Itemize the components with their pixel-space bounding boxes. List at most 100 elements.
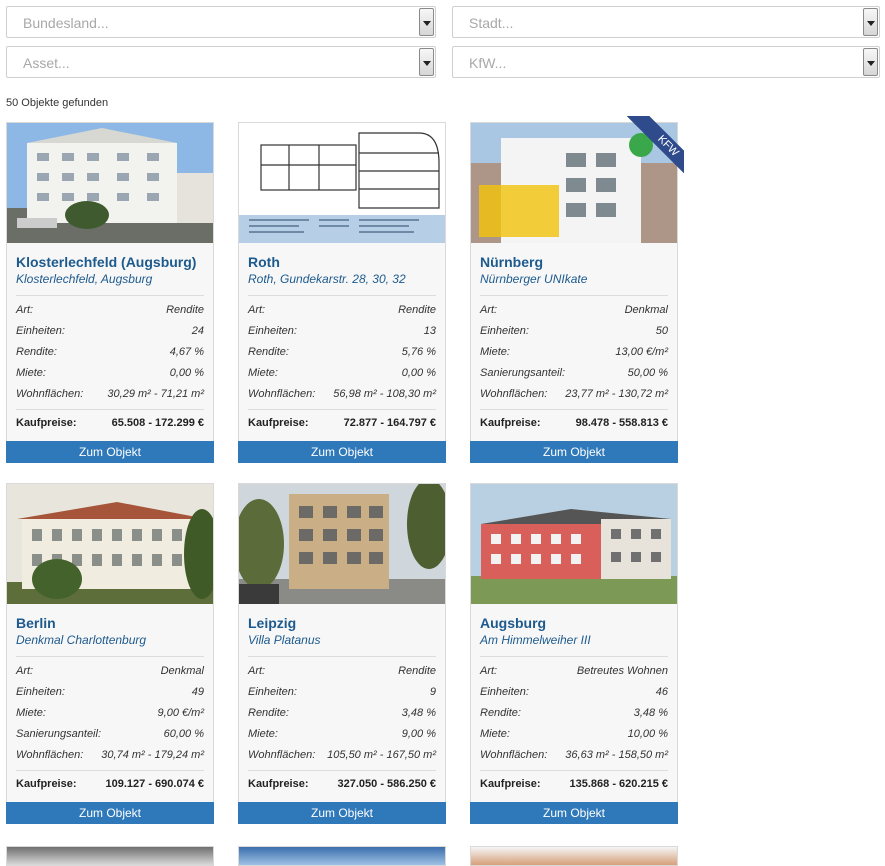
detail-value: 46: [655, 686, 668, 698]
detail-value: 50: [655, 325, 668, 337]
divider: [480, 656, 668, 657]
asset-select[interactable]: Asset...: [6, 46, 436, 78]
property-photo[interactable]: [471, 484, 677, 604]
detail-value: 9,00 €/m²: [157, 707, 204, 719]
chevron-down-icon[interactable]: [863, 48, 878, 76]
property-card-partial[interactable]: [470, 846, 678, 866]
detail-row: Sanierungsanteil: 60,00 %: [16, 728, 204, 749]
detail-row: Art: Denkmal: [16, 665, 204, 686]
card-title[interactable]: Augsburg: [480, 615, 546, 631]
price-label: Kaufpreise:: [16, 417, 77, 429]
price-label: Kaufpreise:: [248, 417, 309, 429]
divider: [16, 409, 204, 410]
kfw-placeholder: KfW...: [469, 55, 507, 71]
bundesland-placeholder: Bundesland...: [23, 15, 109, 31]
detail-key: Rendite:: [248, 346, 289, 358]
detail-value: 24: [191, 325, 204, 337]
property-card-partial[interactable]: [238, 846, 446, 866]
detail-value: 49: [191, 686, 204, 698]
detail-key: Einheiten:: [480, 686, 529, 698]
card-title[interactable]: Roth: [248, 254, 280, 270]
detail-list: Art: Denkmal Einheiten: 50 Miete: 13,00 €/m…: [480, 304, 668, 409]
zum-objekt-button[interactable]: Zum Objekt: [470, 802, 678, 824]
price-value: 327.050 - 586.250 €: [337, 778, 436, 790]
detail-list: Art: Rendite Einheiten: 9 Rendite: 3,48 % M…: [248, 665, 436, 770]
chevron-down-icon[interactable]: [863, 8, 878, 36]
divider: [480, 770, 668, 771]
detail-key: Wohnflächen:: [248, 749, 316, 761]
card-title[interactable]: Nürnberg: [480, 254, 543, 270]
card-subtitle: Am Himmelweiher III: [480, 633, 591, 647]
detail-key: Miete:: [248, 728, 278, 740]
kfw-select[interactable]: KfW...: [452, 46, 880, 78]
detail-row: Miete: 9,00 %: [248, 728, 436, 749]
detail-value: 105,50 m² - 167,50 m²: [327, 749, 436, 761]
detail-value: 10,00 %: [627, 728, 668, 740]
property-card: KFW Nürnberg Nürnberger UNIkate Art: Denk…: [470, 116, 684, 463]
detail-key: Einheiten:: [16, 325, 65, 337]
card-subtitle: Roth, Gundekarstr. 28, 30, 32: [248, 272, 406, 286]
price-label: Kaufpreise:: [248, 778, 309, 790]
property-photo[interactable]: [239, 484, 445, 604]
detail-row: Einheiten: 9: [248, 686, 436, 707]
detail-value: Rendite: [166, 304, 204, 316]
detail-value: 50,00 %: [627, 367, 668, 379]
detail-key: Wohnflächen:: [480, 388, 548, 400]
property-photo[interactable]: [7, 484, 213, 604]
detail-value: 5,76 %: [401, 346, 436, 358]
bundesland-select[interactable]: Bundesland...: [6, 6, 436, 38]
divider: [16, 295, 204, 296]
detail-key: Wohnflächen:: [480, 749, 548, 761]
detail-row: Wohnflächen: 105,50 m² - 167,50 m²: [248, 749, 436, 770]
detail-key: Rendite:: [480, 707, 521, 719]
detail-key: Rendite:: [248, 707, 289, 719]
zum-objekt-button[interactable]: Zum Objekt: [470, 441, 678, 463]
property-card-partial[interactable]: [6, 846, 214, 866]
detail-value: 56,98 m² - 108,30 m²: [333, 388, 436, 400]
property-photo[interactable]: [7, 123, 213, 243]
detail-row: Rendite: 3,48 %: [480, 707, 668, 728]
detail-row: Miete: 0,00 %: [16, 367, 204, 388]
detail-row: Rendite: 4,67 %: [16, 346, 204, 367]
stadt-select[interactable]: Stadt...: [452, 6, 880, 38]
price-label: Kaufpreise:: [480, 778, 541, 790]
detail-row: Einheiten: 24: [16, 325, 204, 346]
chevron-down-icon[interactable]: [419, 8, 434, 36]
card-title[interactable]: Berlin: [16, 615, 56, 631]
detail-row: Wohnflächen: 56,98 m² - 108,30 m²: [248, 388, 436, 409]
price-value: 135.868 - 620.215 €: [569, 778, 668, 790]
detail-value: 13,00 €/m²: [615, 346, 668, 358]
detail-row: Miete: 0,00 %: [248, 367, 436, 388]
zum-objekt-button[interactable]: Zum Objekt: [6, 802, 214, 824]
price-value: 98.478 - 558.813 €: [575, 417, 668, 429]
detail-key: Wohnflächen:: [248, 388, 316, 400]
detail-row: Wohnflächen: 30,29 m² - 71,21 m²: [16, 388, 204, 409]
detail-key: Einheiten:: [16, 686, 65, 698]
detail-key: Sanierungsanteil:: [480, 367, 566, 379]
card-subtitle: Klosterlechfeld, Augsburg: [16, 272, 153, 286]
detail-value: 30,29 m² - 71,21 m²: [107, 388, 204, 400]
detail-row: Art: Rendite: [248, 304, 436, 325]
divider: [248, 409, 436, 410]
card-title[interactable]: Klosterlechfeld (Augsburg): [16, 254, 196, 270]
detail-row: Art: Rendite: [248, 665, 436, 686]
chevron-down-icon[interactable]: [419, 48, 434, 76]
zum-objekt-button[interactable]: Zum Objekt: [238, 802, 446, 824]
detail-value: 0,00 %: [169, 367, 204, 379]
property-card: Klosterlechfeld (Augsburg) Klosterlechfe…: [6, 122, 214, 463]
zum-objekt-button[interactable]: Zum Objekt: [238, 441, 446, 463]
detail-key: Miete:: [16, 707, 46, 719]
detail-value: 4,67 %: [169, 346, 204, 358]
detail-key: Einheiten:: [480, 325, 529, 337]
zum-objekt-button[interactable]: Zum Objekt: [6, 441, 214, 463]
detail-value: Denkmal: [160, 665, 204, 677]
detail-key: Art:: [16, 665, 34, 677]
detail-key: Rendite:: [16, 346, 57, 358]
detail-value: 23,77 m² - 130,72 m²: [565, 388, 668, 400]
detail-key: Miete:: [248, 367, 278, 379]
card-title[interactable]: Leipzig: [248, 615, 296, 631]
divider: [480, 295, 668, 296]
detail-key: Art:: [248, 665, 266, 677]
property-floorplan[interactable]: [239, 123, 445, 243]
detail-key: Miete:: [480, 728, 510, 740]
